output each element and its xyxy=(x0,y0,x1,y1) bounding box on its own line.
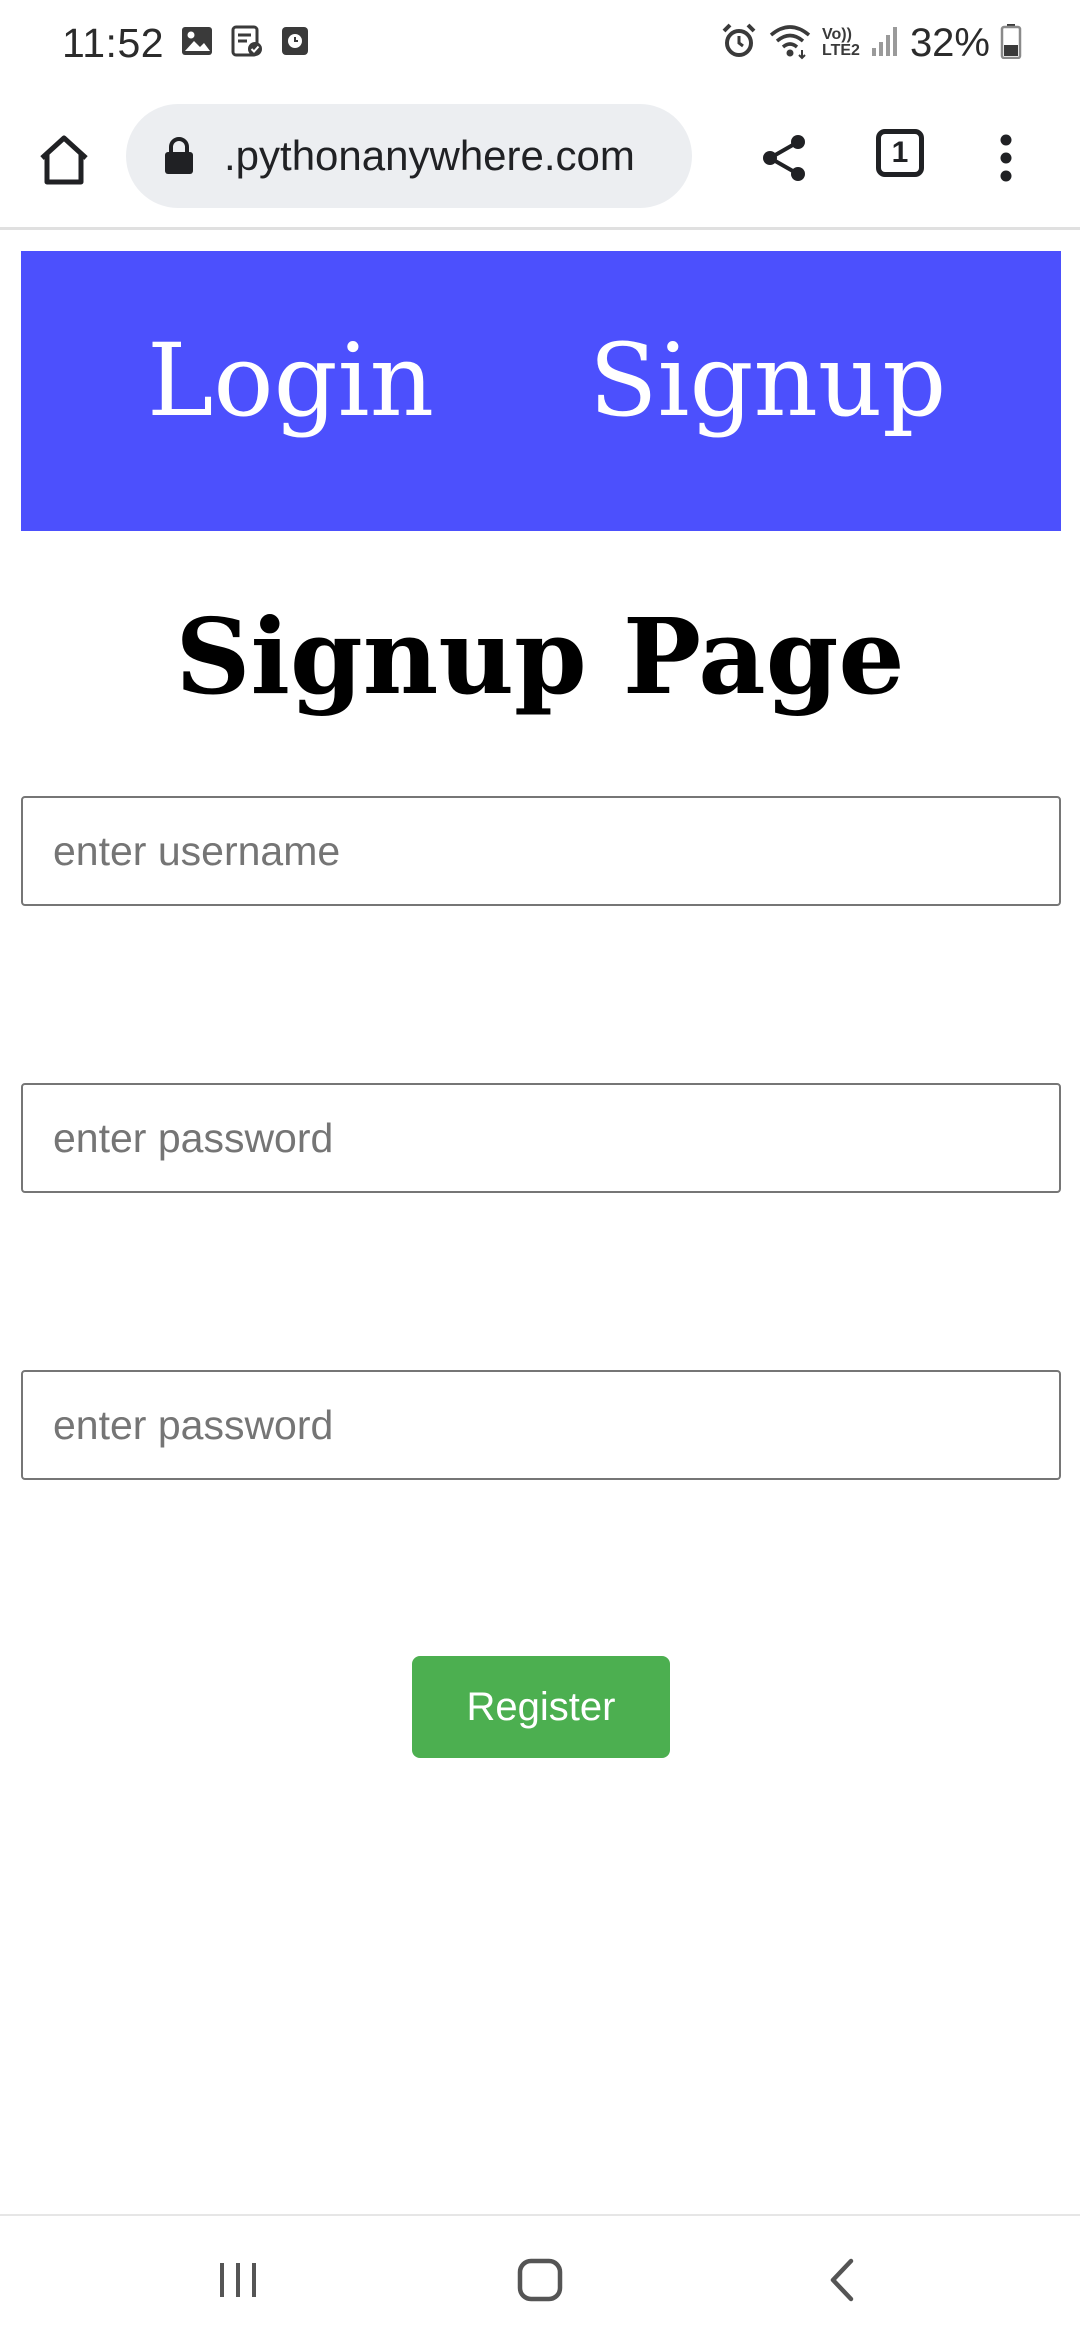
notification-icons xyxy=(180,24,310,63)
password-input[interactable] xyxy=(21,1083,1061,1193)
nav-banner: Login Signup xyxy=(21,251,1061,531)
url-text: .pythonanywhere.com xyxy=(224,132,635,179)
confirm-password-input[interactable] xyxy=(21,1370,1061,1480)
username-input[interactable] xyxy=(21,796,1061,906)
signal-icon xyxy=(870,24,900,63)
system-home-icon xyxy=(517,2258,563,2302)
back-button[interactable] xyxy=(812,2250,872,2310)
register-button[interactable]: Register xyxy=(412,1656,670,1758)
lock-icon xyxy=(165,137,193,174)
status-right: Vo)) LTE2 32% xyxy=(720,0,1022,86)
home-icon xyxy=(40,135,88,185)
volte-label: Vo)) xyxy=(822,26,852,43)
gallery-icon xyxy=(180,24,214,63)
system-home-button[interactable] xyxy=(510,2250,570,2310)
recents-icon xyxy=(220,2263,256,2297)
back-icon xyxy=(830,2258,854,2302)
browser-toolbar: .pythonanywhere.com 1 xyxy=(0,86,1080,230)
status-bar: 11:52 Vo)) LTE2 32% xyxy=(0,0,1080,86)
alarm-icon xyxy=(720,22,758,65)
address-bar[interactable]: .pythonanywhere.com xyxy=(126,104,692,208)
page-title: Signup Page xyxy=(175,595,905,718)
tab-switcher-button[interactable]: 1 xyxy=(876,129,924,177)
more-vert-icon xyxy=(1000,134,1012,182)
nav-signup-link[interactable]: Signup xyxy=(589,331,946,431)
share-icon xyxy=(763,135,805,181)
nav-login-link[interactable]: Login xyxy=(147,331,434,431)
status-time: 11:52 xyxy=(62,19,165,66)
task-check-icon xyxy=(230,24,264,63)
home-button[interactable] xyxy=(30,126,98,194)
clock-app-icon xyxy=(280,24,310,63)
volte-lte2-icon: Vo)) LTE2 xyxy=(822,27,860,59)
lte-label: LTE2 xyxy=(822,42,860,59)
system-nav-bar xyxy=(0,2214,1080,2340)
battery-percent: 32% xyxy=(909,20,990,65)
recents-button[interactable] xyxy=(208,2250,268,2310)
battery-icon xyxy=(1000,23,1022,64)
wifi-icon xyxy=(768,22,812,65)
overflow-menu-button[interactable] xyxy=(986,122,1026,194)
share-button[interactable] xyxy=(752,124,816,192)
